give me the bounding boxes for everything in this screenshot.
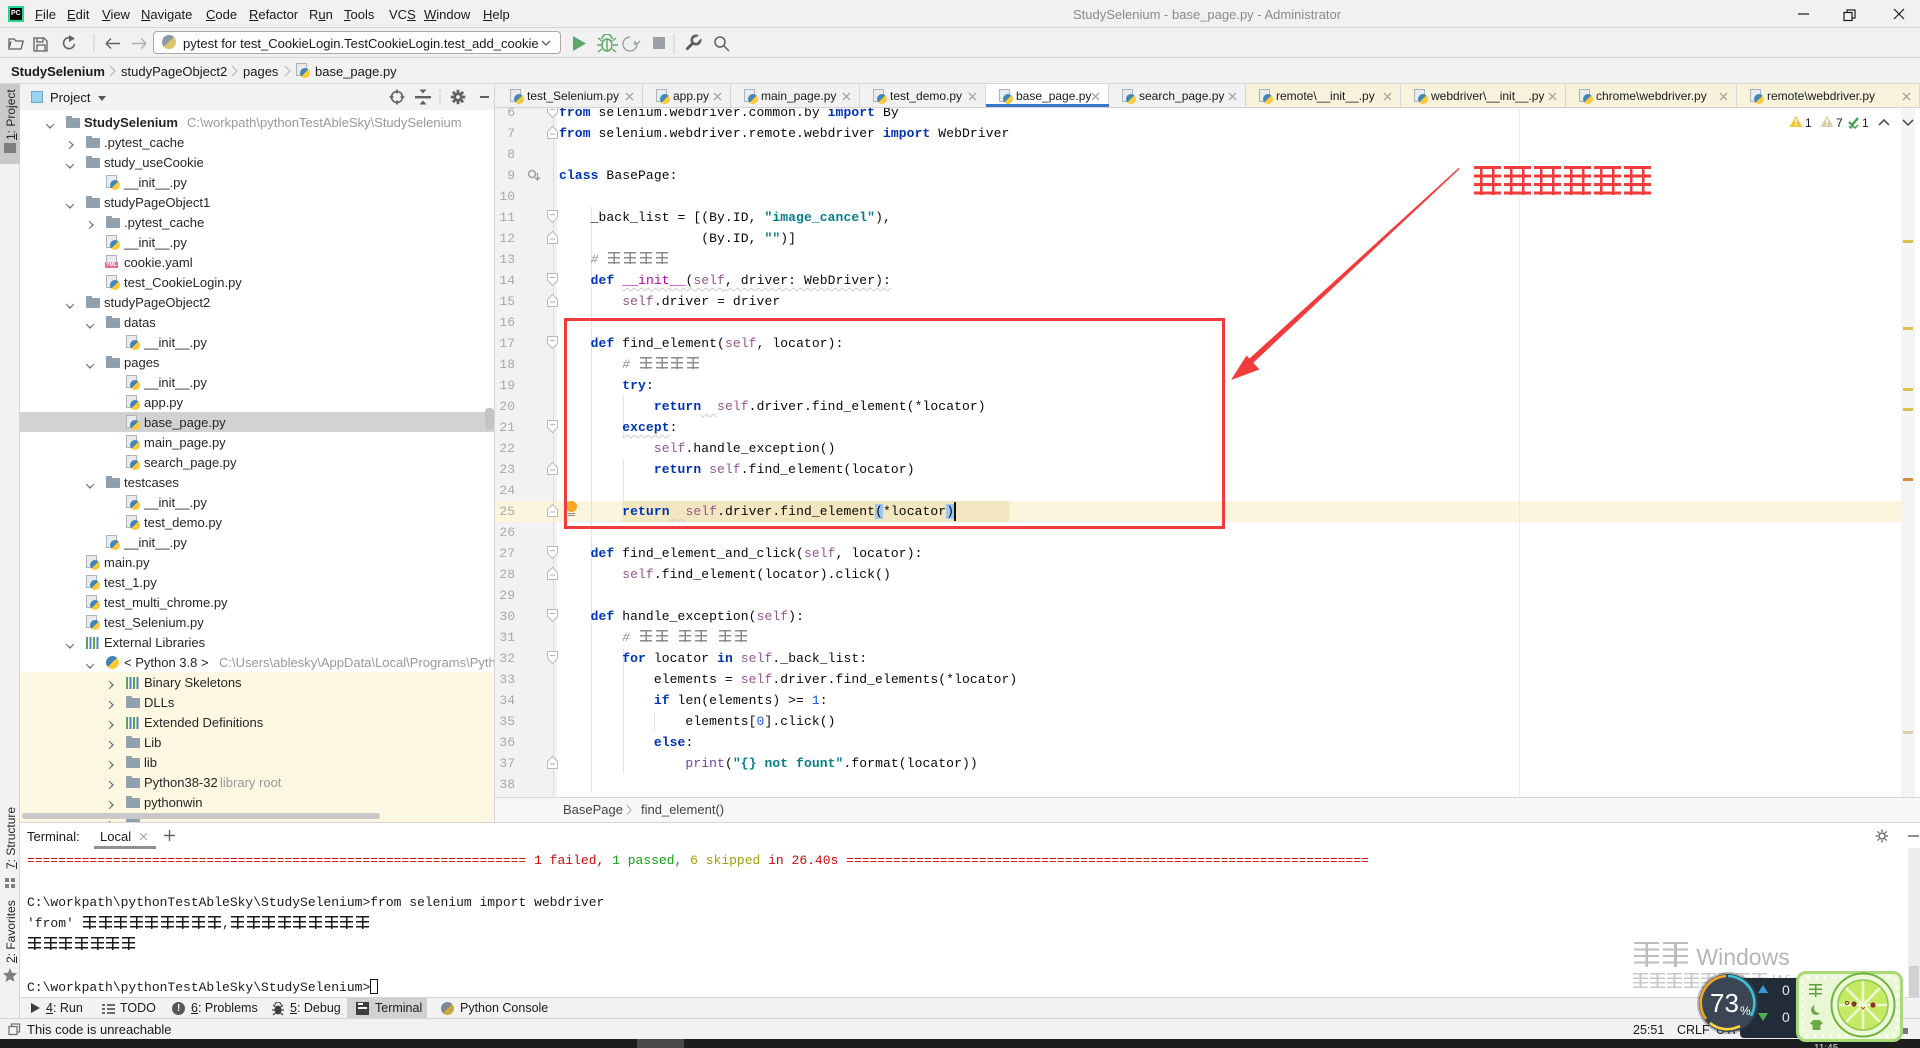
- svg-text:73: 73: [1710, 988, 1739, 1018]
- svg-text:1: 1: [1805, 116, 1812, 130]
- svg-text:7: 7: [1836, 116, 1843, 130]
- svg-text:%: %: [1740, 1004, 1751, 1018]
- svg-text:1: 1: [1862, 116, 1869, 130]
